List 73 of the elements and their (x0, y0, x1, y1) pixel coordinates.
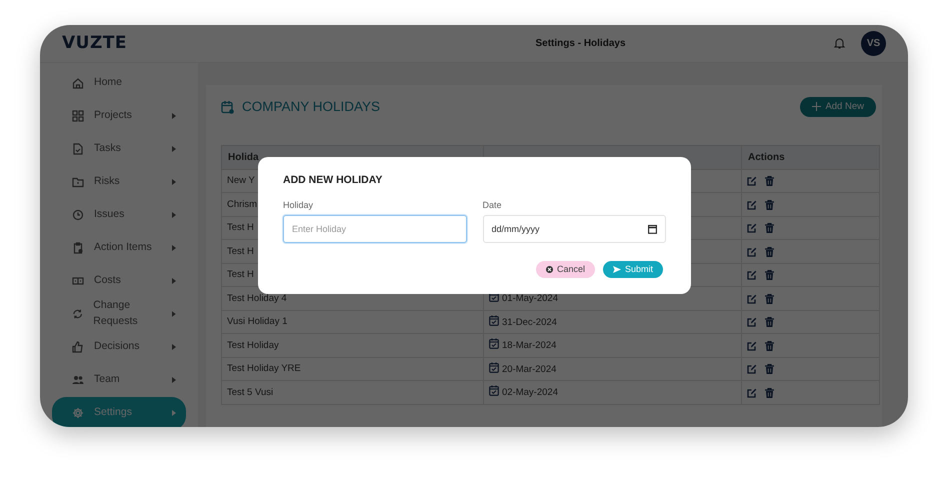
trash-icon[interactable] (765, 364, 774, 374)
table-cell: Test Holiday (222, 334, 484, 358)
edit-icon[interactable] (747, 176, 757, 186)
trash-icon[interactable] (765, 246, 774, 257)
table-cell: Vusi Holiday 1 (222, 310, 484, 334)
document-icon (72, 143, 84, 156)
sidebar-item[interactable]: Risks (52, 166, 186, 199)
modal-title: ADD NEW HOLIDAY (283, 173, 384, 188)
calendar-icon (221, 100, 234, 114)
people-icon (72, 374, 84, 386)
cancel-icon (546, 266, 553, 274)
table-cell: 18-Mar-2024 (484, 334, 742, 358)
edit-icon[interactable] (747, 200, 757, 210)
refresh-icon (72, 308, 84, 320)
sidebar-item[interactable]: Team (52, 364, 186, 397)
sidebar-item[interactable]: Settings (52, 396, 186, 427)
trash-icon[interactable] (765, 270, 774, 280)
sidebar-item[interactable]: Change Requests (52, 298, 186, 331)
sidebar-item[interactable]: Costs (52, 264, 186, 298)
cash-icon (72, 275, 84, 288)
edit-icon[interactable] (747, 317, 757, 328)
sidebar-item[interactable]: Decisions (52, 330, 186, 364)
calendar-icon[interactable] (648, 224, 657, 234)
edit-icon[interactable] (747, 340, 757, 351)
edit-icon[interactable] (747, 294, 757, 304)
grid-icon (72, 110, 84, 122)
clock-icon (72, 209, 84, 222)
table-cell: 02-May-2024 (484, 380, 742, 404)
sidebar-item[interactable]: Tasks (52, 132, 186, 166)
trash-icon[interactable] (765, 176, 774, 186)
field-label: Holiday (283, 198, 314, 212)
trash-icon[interactable] (765, 388, 774, 398)
add-new-button[interactable]: Add New (800, 96, 876, 117)
input-field[interactable]: Enter Holiday (283, 215, 466, 244)
card-title: COMPANY HOLIDAYS (242, 98, 380, 116)
table-cell: 20-Mar-2024 (484, 357, 742, 381)
sidebar-item[interactable]: Issues (52, 198, 186, 232)
table-cell: Test Holiday YRE (222, 357, 484, 381)
cancel-button[interactable]: Cancel (536, 261, 595, 278)
page-title: Settings - Holidays (535, 36, 626, 51)
table-cell: Test 5 Vusi (222, 380, 484, 404)
table-cell: 31-Dec-2024 (484, 310, 742, 334)
home-icon (72, 77, 84, 90)
send-icon (612, 266, 621, 274)
calendar-icon (489, 362, 499, 373)
plus-icon (812, 102, 822, 112)
trash-icon[interactable] (765, 223, 774, 234)
edit-icon[interactable] (747, 223, 757, 234)
column-header: Actions (742, 145, 880, 170)
edit-icon[interactable] (747, 388, 757, 398)
trash-icon[interactable] (765, 317, 774, 328)
sidebar-item[interactable]: Action Items (52, 232, 186, 265)
calendar-icon (489, 385, 499, 396)
logo: VUZTE (62, 32, 127, 55)
gear-icon (72, 407, 84, 420)
clipboard-icon (72, 242, 84, 254)
trash-icon[interactable] (765, 340, 774, 351)
edit-icon[interactable] (747, 246, 757, 257)
date-field[interactable]: dd/mm/yyyy (482, 215, 666, 244)
calendar-icon (489, 314, 499, 326)
bell-icon[interactable] (834, 37, 845, 50)
calendar-icon (489, 338, 499, 350)
field-label: Date (482, 198, 503, 212)
sidebar-item[interactable]: Home (52, 66, 186, 100)
thumbs-up-icon (72, 341, 84, 354)
trash-icon[interactable] (765, 294, 774, 304)
trash-icon[interactable] (765, 200, 774, 210)
submit-button[interactable]: Submit (602, 261, 663, 278)
avatar[interactable]: VS (860, 30, 886, 56)
edit-icon[interactable] (747, 364, 757, 374)
folder-icon (72, 176, 84, 188)
edit-icon[interactable] (747, 270, 757, 280)
sidebar-item[interactable]: Projects (52, 100, 186, 133)
